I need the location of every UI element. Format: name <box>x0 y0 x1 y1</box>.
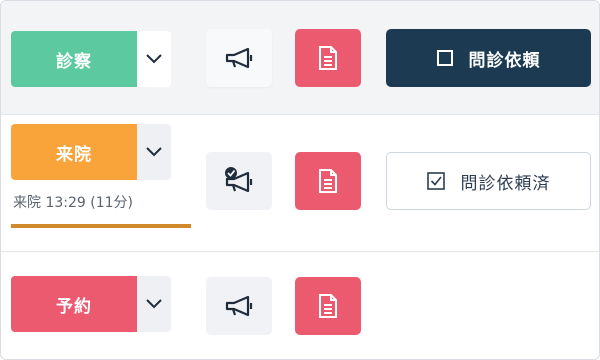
visit-progress-bar <box>11 224 191 228</box>
patient-row-visited: 来院 来院 13:29 (11分) 問診依頼済 <box>1 115 599 252</box>
document-icon <box>319 46 337 70</box>
patient-row-reserved: 予約 <box>1 252 599 359</box>
request-questionnaire-done-button[interactable]: 問診依頼済 <box>386 152 591 210</box>
status-dropdown[interactable]: 予約 <box>11 276 171 332</box>
patient-row-consulting: 診察 問診依頼 <box>1 1 599 115</box>
chevron-down-icon <box>146 299 162 309</box>
status-button-visited[interactable]: 来院 <box>11 124 137 180</box>
status-label: 来院 <box>56 144 92 165</box>
megaphone-checked-icon <box>225 167 253 193</box>
megaphone-icon <box>225 47 253 69</box>
status-label: 診察 <box>56 51 92 72</box>
announce-button[interactable] <box>206 29 272 87</box>
request-label: 問診依頼 <box>468 50 541 71</box>
status-caret-button[interactable] <box>137 124 171 180</box>
megaphone-icon <box>225 295 253 317</box>
request-label: 問診依頼済 <box>460 173 551 194</box>
chevron-down-icon <box>146 54 162 64</box>
status-label: 予約 <box>56 296 92 317</box>
document-icon <box>319 169 337 193</box>
status-dropdown[interactable]: 診察 <box>11 31 171 87</box>
document-icon <box>319 294 337 318</box>
patient-status-panel: 診察 問診依頼 来院 来院 13:29 (11分) 問診依頼済 予約 <box>0 0 600 360</box>
status-button-reserved[interactable]: 予約 <box>11 276 137 332</box>
request-questionnaire-button[interactable]: 問診依頼 <box>386 29 591 87</box>
document-button[interactable] <box>295 277 361 335</box>
status-caret-button[interactable] <box>137 31 171 87</box>
chevron-down-icon <box>146 147 162 157</box>
status-button-consulting[interactable]: 診察 <box>11 31 137 87</box>
announce-button[interactable] <box>206 277 272 335</box>
visit-time-text: 来院 13:29 (11分) <box>13 195 133 211</box>
document-button[interactable] <box>295 29 361 87</box>
announce-button[interactable] <box>206 152 272 210</box>
checkbox-empty-icon <box>436 50 453 66</box>
document-button[interactable] <box>295 152 361 210</box>
checkbox-checked-icon <box>426 172 445 190</box>
status-caret-button[interactable] <box>137 276 171 332</box>
status-dropdown[interactable]: 来院 <box>11 124 171 180</box>
